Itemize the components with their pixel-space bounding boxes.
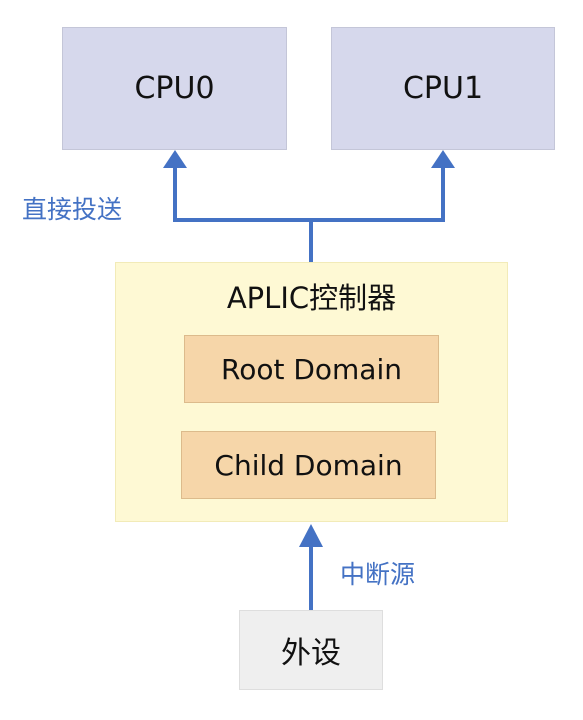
direct-delivery-label: 直接投送 (22, 195, 123, 224)
arrowhead-cpu0 (163, 150, 187, 168)
fanout-connector (173, 164, 445, 222)
root-domain-label: Root Domain (221, 352, 402, 386)
interrupt-source-label: 中断源 (340, 560, 416, 589)
cpu0-label: CPU0 (134, 71, 215, 106)
root-domain-box: Root Domain (184, 335, 439, 403)
child-domain-box: Child Domain (181, 431, 436, 499)
cpu0-box: CPU0 (62, 27, 287, 150)
peripheral-box: 外设 (239, 610, 383, 690)
arrowhead-cpu1 (431, 150, 455, 168)
cpu1-box: CPU1 (331, 27, 555, 150)
child-domain-label: Child Domain (214, 448, 403, 482)
arrowhead-aplic (299, 524, 323, 547)
cpu1-label: CPU1 (402, 71, 484, 106)
peripheral-label: 外设 (281, 636, 341, 671)
aplic-controller-title: APLIC控制器 (226, 281, 397, 315)
